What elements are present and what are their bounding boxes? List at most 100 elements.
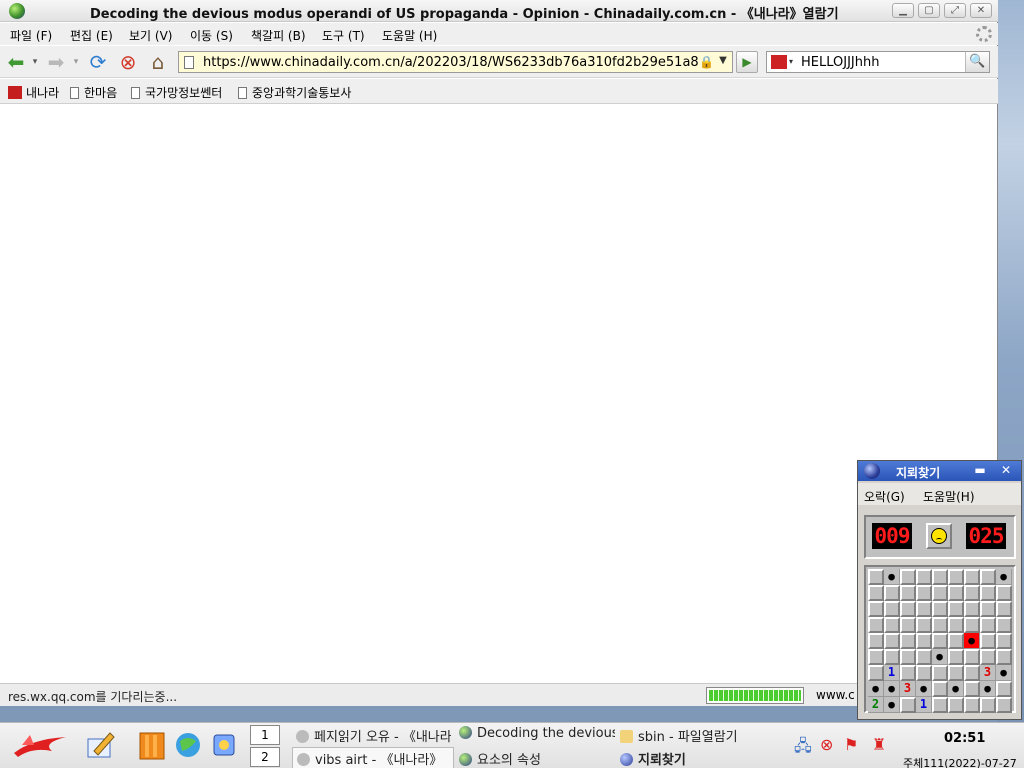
covered-cell[interactable] [900, 585, 916, 601]
start-menu-star-icon[interactable] [12, 729, 68, 761]
stop-icon[interactable]: ⊗ [116, 51, 140, 73]
covered-cell[interactable] [916, 649, 932, 665]
covered-cell[interactable] [868, 617, 884, 633]
covered-cell[interactable] [948, 665, 964, 681]
covered-cell[interactable] [916, 601, 932, 617]
close-button[interactable]: ✕ [970, 3, 992, 18]
covered-cell[interactable] [868, 665, 884, 681]
covered-cell[interactable] [932, 681, 948, 697]
covered-cell[interactable] [948, 569, 964, 585]
covered-cell[interactable] [916, 633, 932, 649]
search-bar[interactable]: ▾ HELLOJJJhhh 🔍 [766, 51, 990, 73]
covered-cell[interactable] [980, 569, 996, 585]
network-icon[interactable]: 🖧 [794, 735, 812, 762]
search-engine-selector[interactable]: ▾ [769, 54, 797, 70]
mine-cell[interactable] [996, 665, 1012, 681]
covered-cell[interactable] [932, 697, 948, 713]
covered-cell[interactable] [916, 585, 932, 601]
covered-cell[interactable] [948, 649, 964, 665]
back-history-dropdown-icon[interactable]: ▾ [29, 51, 41, 73]
security-lock-icon[interactable]: 🔒 [699, 55, 714, 69]
restore-button[interactable]: ⤢ [944, 3, 966, 18]
text-editor-icon[interactable] [84, 729, 116, 761]
covered-cell[interactable] [996, 585, 1012, 601]
go-button[interactable]: ▶ [736, 51, 758, 73]
search-input[interactable]: HELLOJJJhhh [801, 55, 879, 70]
covered-cell[interactable] [932, 569, 948, 585]
menu-go[interactable]: 이동 (S) [190, 27, 233, 44]
covered-cell[interactable] [884, 649, 900, 665]
covered-cell[interactable] [932, 665, 948, 681]
mine-cell[interactable] [932, 649, 948, 665]
covered-cell[interactable] [948, 633, 964, 649]
covered-cell[interactable] [996, 681, 1012, 697]
sad-face-reset-button[interactable] [926, 523, 952, 549]
covered-cell[interactable] [884, 601, 900, 617]
covered-cell[interactable] [916, 569, 932, 585]
task-sbin-file-manager[interactable]: sbin - 파일열람기 [620, 726, 750, 745]
mine-cell[interactable] [996, 569, 1012, 585]
bookmark-hanmaeum[interactable]: 한마음 [70, 84, 117, 101]
bookmark-national-info-center[interactable]: 국가망정보쎈터 [131, 84, 222, 101]
covered-cell[interactable] [980, 633, 996, 649]
media-player-icon[interactable] [208, 729, 240, 761]
covered-cell[interactable] [948, 601, 964, 617]
covered-cell[interactable] [948, 617, 964, 633]
mine-cell[interactable] [884, 681, 900, 697]
volume-muted-icon[interactable]: ⊗ [820, 735, 833, 754]
mine-cell[interactable] [980, 681, 996, 697]
covered-cell[interactable] [996, 649, 1012, 665]
back-arrow-icon[interactable]: ⬅ [4, 51, 28, 73]
home-icon[interactable]: ⌂ [146, 51, 170, 73]
task-vibs-airt[interactable]: vibs airt - 《내나라》 [292, 747, 454, 768]
covered-cell[interactable] [964, 601, 980, 617]
clock[interactable]: 02:51 [944, 731, 985, 746]
covered-cell[interactable] [996, 601, 1012, 617]
mine-cell[interactable] [884, 697, 900, 713]
mine-cell[interactable] [884, 569, 900, 585]
covered-cell[interactable] [884, 585, 900, 601]
covered-cell[interactable] [980, 585, 996, 601]
minimize-button[interactable]: ▁ [892, 3, 914, 18]
security-icon[interactable]: ♜ [872, 735, 886, 754]
covered-cell[interactable] [996, 697, 1012, 713]
number-cell[interactable]: 1 [916, 697, 932, 713]
covered-cell[interactable] [980, 617, 996, 633]
covered-cell[interactable] [868, 601, 884, 617]
covered-cell[interactable] [964, 585, 980, 601]
covered-cell[interactable] [868, 633, 884, 649]
menu-edit[interactable]: 편집 (E) [70, 27, 113, 44]
number-cell[interactable]: 1 [884, 665, 900, 681]
covered-cell[interactable] [948, 585, 964, 601]
menu-bookmarks[interactable]: 책갈피 (B) [251, 27, 306, 44]
menu-tools[interactable]: 도구 (T) [322, 27, 365, 44]
page-content-area[interactable] [0, 105, 997, 683]
covered-cell[interactable] [884, 617, 900, 633]
covered-cell[interactable] [900, 665, 916, 681]
covered-cell[interactable] [900, 601, 916, 617]
menu-help[interactable]: 도움말(H) [923, 488, 975, 505]
covered-cell[interactable] [964, 665, 980, 681]
workspace-1[interactable]: 1 [250, 725, 280, 745]
covered-cell[interactable] [932, 601, 948, 617]
covered-cell[interactable] [964, 697, 980, 713]
reload-icon[interactable]: ⟳ [86, 51, 110, 73]
covered-cell[interactable] [964, 569, 980, 585]
covered-cell[interactable] [900, 633, 916, 649]
url-text[interactable]: https://www.chinadaily.com.cn/a/202203/1… [203, 55, 699, 70]
menu-help[interactable]: 도움말 (H) [382, 27, 437, 44]
covered-cell[interactable] [996, 633, 1012, 649]
search-icon[interactable]: 🔍 [965, 52, 989, 72]
minimize-button[interactable]: ▬ [970, 464, 990, 478]
covered-cell[interactable] [868, 569, 884, 585]
bookmark-naenara[interactable]: 내나라 [8, 84, 59, 101]
forward-history-dropdown-icon[interactable]: ▾ [70, 51, 82, 73]
covered-cell[interactable] [868, 649, 884, 665]
mine-cell[interactable] [916, 681, 932, 697]
covered-cell[interactable] [980, 649, 996, 665]
url-bar[interactable]: https://www.chinadaily.com.cn/a/202203/1… [178, 51, 733, 73]
covered-cell[interactable] [916, 665, 932, 681]
covered-cell[interactable] [980, 697, 996, 713]
exploded-mine-cell[interactable] [964, 633, 980, 649]
covered-cell[interactable] [932, 633, 948, 649]
